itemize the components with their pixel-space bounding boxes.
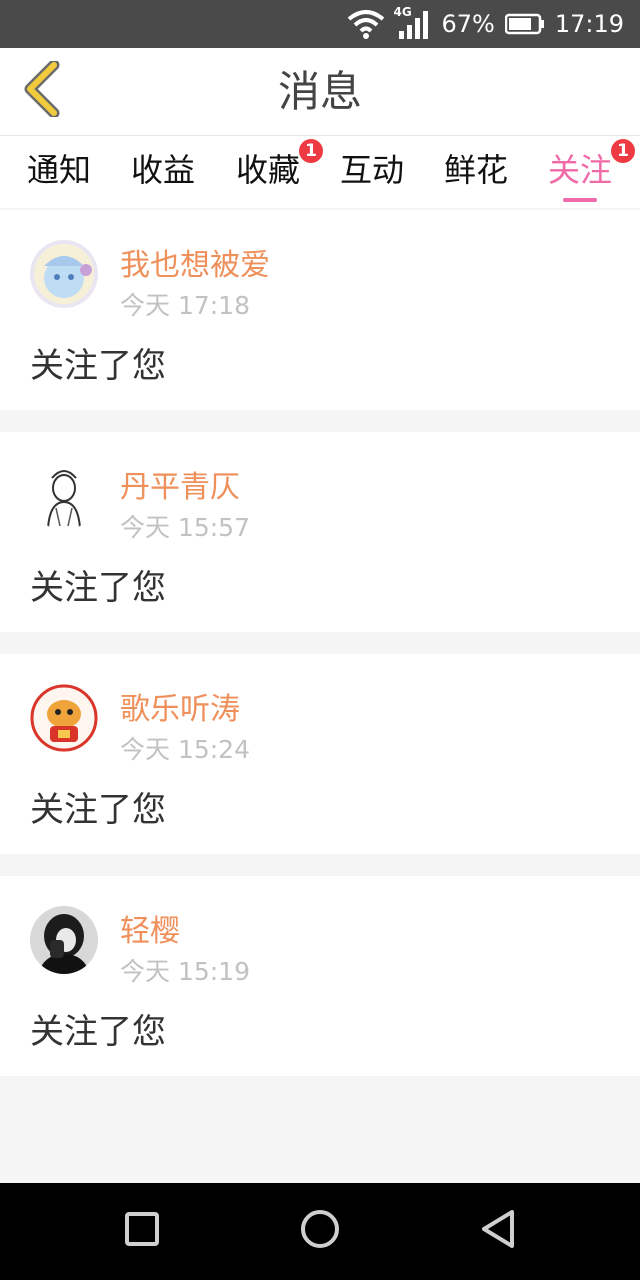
tab-bar: 通知 收益 收藏 1 互动 鲜花 关注 1 (0, 136, 640, 208)
list-item[interactable]: 我也想被爱 今天 17:18 关注了您 (0, 210, 640, 410)
list-item[interactable]: 丹平青仄 今天 15:57 关注了您 (0, 432, 640, 632)
message-text: 关注了您 (30, 568, 166, 608)
header: 消息 (0, 48, 640, 136)
tab-label: 互动 (339, 151, 404, 189)
triangle-left-icon (479, 1209, 517, 1253)
active-tab-indicator (563, 198, 597, 202)
tab-label: 收藏 (235, 151, 300, 189)
avatar[interactable] (30, 684, 98, 752)
wifi-icon (347, 9, 385, 39)
circle-icon (300, 1209, 340, 1253)
tab-interactions[interactable]: 互动 (339, 146, 405, 206)
cell-signal-icon: 4G (393, 5, 431, 39)
page-title: 消息 (277, 67, 362, 116)
tab-flowers[interactable]: 鲜花 (443, 146, 509, 206)
tab-label: 关注 (547, 151, 612, 189)
battery-icon (504, 13, 545, 35)
user-name[interactable]: 轻樱 (120, 906, 180, 950)
network-type: 4G (393, 5, 412, 19)
timestamp: 今天 15:24 (120, 735, 250, 764)
back-nav-button[interactable] (474, 1207, 522, 1255)
tab-favorites[interactable]: 收藏 1 (235, 139, 323, 206)
battery-percent: 67% (441, 10, 495, 38)
square-icon (124, 1211, 160, 1251)
avatar[interactable] (30, 906, 98, 974)
home-button[interactable] (296, 1207, 344, 1255)
message-text: 关注了您 (30, 790, 166, 830)
timestamp: 今天 15:57 (120, 513, 250, 542)
user-name[interactable]: 丹平青仄 (120, 462, 240, 506)
tab-label: 收益 (130, 151, 195, 189)
tab-earnings[interactable]: 收益 (130, 146, 196, 206)
timestamp: 今天 17:18 (120, 291, 250, 320)
message-text: 关注了您 (30, 346, 166, 386)
status-bar: 4G 67% 17:19 (0, 0, 640, 48)
unread-badge: 1 (611, 139, 635, 163)
tab-following[interactable]: 关注 1 (547, 139, 635, 206)
unread-badge: 1 (299, 139, 323, 163)
recent-apps-button[interactable] (118, 1207, 166, 1255)
status-time: 17:19 (554, 10, 624, 38)
tab-notifications[interactable]: 通知 (26, 146, 92, 206)
tab-label: 通知 (26, 151, 91, 189)
list-item[interactable]: 歌乐听涛 今天 15:24 关注了您 (0, 654, 640, 854)
tab-label: 鲜花 (443, 151, 508, 189)
list-item[interactable]: 轻樱 今天 15:19 关注了您 (0, 876, 640, 1076)
timestamp: 今天 15:19 (120, 957, 250, 986)
avatar[interactable] (30, 240, 98, 308)
system-nav-bar (0, 1183, 640, 1280)
status-icons: 4G 67% 17:19 (347, 0, 624, 48)
user-name[interactable]: 歌乐听涛 (120, 684, 240, 728)
avatar[interactable] (30, 462, 98, 530)
message-text: 关注了您 (30, 1012, 166, 1052)
user-name[interactable]: 我也想被爱 (120, 240, 270, 284)
